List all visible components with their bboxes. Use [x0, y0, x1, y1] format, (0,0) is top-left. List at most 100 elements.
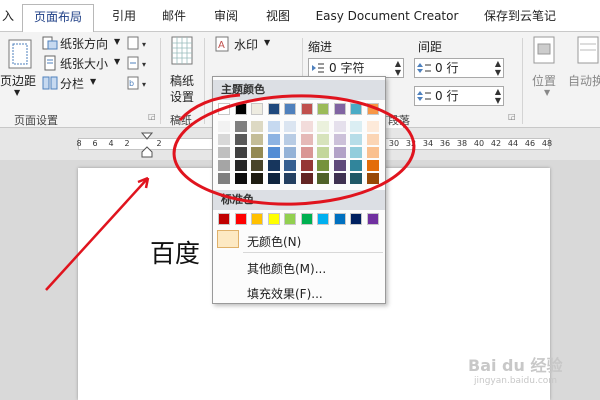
theme-color-swatch[interactable] — [284, 103, 296, 115]
columns-dropdown-arrow[interactable]: ▼ — [90, 77, 96, 86]
position-dropdown-arrow[interactable]: ▼ — [544, 88, 550, 97]
theme-color-swatch[interactable] — [300, 103, 313, 115]
theme-shade-swatch[interactable] — [317, 134, 329, 145]
theme-shade-swatch[interactable] — [350, 147, 362, 158]
theme-shade-swatch[interactable] — [251, 147, 263, 158]
theme-shade-swatch[interactable] — [234, 121, 247, 132]
no-color-swatch[interactable] — [217, 230, 239, 248]
theme-shade-swatch[interactable] — [317, 121, 329, 132]
theme-shade-swatch[interactable] — [218, 160, 230, 171]
page-margins-button[interactable]: 页边距 — [0, 72, 36, 89]
theme-shade-swatch[interactable] — [366, 121, 379, 132]
tab-4[interactable]: 审阅 — [206, 4, 246, 31]
theme-shade-swatch[interactable] — [333, 160, 346, 171]
standard-color-swatch[interactable] — [234, 213, 247, 225]
theme-shade-swatch[interactable] — [251, 160, 263, 171]
theme-shade-swatch[interactable] — [300, 160, 313, 171]
theme-shade-swatch[interactable] — [300, 147, 313, 158]
manuscript-button-line2[interactable]: 设置 — [170, 88, 194, 105]
standard-color-swatch[interactable] — [350, 213, 362, 225]
theme-color-swatch[interactable] — [317, 103, 329, 115]
theme-shade-swatch[interactable] — [234, 134, 247, 145]
position-button[interactable]: 位置 — [532, 72, 556, 89]
theme-shade-swatch[interactable] — [267, 160, 280, 171]
theme-shade-swatch[interactable] — [366, 160, 379, 171]
theme-shade-swatch[interactable] — [251, 134, 263, 145]
orientation-dropdown-arrow[interactable]: ▼ — [114, 37, 120, 46]
wrap-text-button[interactable]: 自动换 — [568, 72, 600, 89]
theme-shade-swatch[interactable] — [350, 160, 362, 171]
theme-color-swatch[interactable] — [234, 103, 247, 115]
theme-shade-swatch[interactable] — [300, 173, 313, 184]
standard-color-swatch[interactable] — [300, 213, 313, 225]
tab-2[interactable]: 引用 — [104, 4, 144, 31]
theme-shade-swatch[interactable] — [350, 121, 362, 132]
page-setup-launcher-icon[interactable]: ◲ — [148, 112, 156, 121]
theme-shade-swatch[interactable] — [251, 173, 263, 184]
margins-dropdown-arrow[interactable]: ▼ — [14, 88, 20, 97]
theme-shade-swatch[interactable] — [234, 173, 247, 184]
tab-0[interactable]: 入 — [0, 4, 16, 31]
theme-shade-swatch[interactable] — [366, 134, 379, 145]
watermark-dropdown-arrow[interactable]: ▼ — [264, 38, 270, 47]
theme-shade-swatch[interactable] — [267, 134, 280, 145]
tab-5[interactable]: 视图 — [258, 4, 298, 31]
standard-color-swatch[interactable] — [333, 213, 346, 225]
theme-shade-swatch[interactable] — [267, 121, 280, 132]
theme-shade-swatch[interactable] — [366, 147, 379, 158]
theme-shade-swatch[interactable] — [350, 173, 362, 184]
page-setup-small-icons[interactable]: ▾ ▾ b ▾ — [126, 35, 150, 91]
theme-color-swatch[interactable] — [267, 103, 280, 115]
theme-shade-swatch[interactable] — [267, 147, 280, 158]
theme-shade-swatch[interactable] — [267, 173, 280, 184]
theme-shade-swatch[interactable] — [333, 121, 346, 132]
standard-color-swatch[interactable] — [317, 213, 329, 225]
standard-color-swatch[interactable] — [284, 213, 296, 225]
theme-shade-swatch[interactable] — [284, 173, 296, 184]
fill-effects-item[interactable]: 填充效果(F)... — [247, 285, 323, 302]
indent-marker-icon[interactable] — [141, 132, 153, 158]
theme-shade-swatch[interactable] — [218, 121, 230, 132]
theme-shade-swatch[interactable] — [284, 147, 296, 158]
paragraph-launcher-icon[interactable]: ◲ — [508, 112, 516, 121]
orientation-button[interactable]: 纸张方向 — [60, 35, 108, 52]
tab-1[interactable]: 页面布局 — [22, 4, 94, 33]
theme-shade-swatch[interactable] — [366, 173, 379, 184]
theme-shade-swatch[interactable] — [333, 134, 346, 145]
theme-shade-swatch[interactable] — [333, 173, 346, 184]
theme-shade-swatch[interactable] — [300, 121, 313, 132]
theme-color-swatch[interactable] — [218, 103, 230, 115]
theme-shade-swatch[interactable] — [350, 134, 362, 145]
theme-color-swatch[interactable] — [251, 103, 263, 115]
theme-shade-swatch[interactable] — [218, 134, 230, 145]
spinner-arrows-icon[interactable]: ▲ ▼ — [395, 59, 401, 77]
standard-color-swatch[interactable] — [267, 213, 280, 225]
spinner-arrows-icon[interactable]: ▲ ▼ — [495, 87, 501, 105]
theme-shade-swatch[interactable] — [317, 147, 329, 158]
theme-shade-swatch[interactable] — [234, 160, 247, 171]
tab-7[interactable]: 保存到云笔记 — [474, 4, 566, 31]
paper-size-button[interactable]: 纸张大小 — [60, 55, 108, 72]
size-dropdown-arrow[interactable]: ▼ — [114, 57, 120, 66]
watermark-button[interactable]: 水印 — [234, 36, 258, 53]
theme-shade-swatch[interactable] — [284, 134, 296, 145]
theme-color-swatch[interactable] — [333, 103, 346, 115]
standard-color-swatch[interactable] — [251, 213, 263, 225]
theme-shade-swatch[interactable] — [317, 160, 329, 171]
manuscript-button-line1[interactable]: 稿纸 — [170, 72, 194, 89]
theme-color-swatch[interactable] — [350, 103, 362, 115]
spinner-arrows-icon[interactable]: ▲ ▼ — [495, 59, 501, 77]
theme-shade-swatch[interactable] — [251, 121, 263, 132]
theme-shade-swatch[interactable] — [234, 147, 247, 158]
standard-color-swatch[interactable] — [218, 213, 230, 225]
theme-shade-swatch[interactable] — [284, 121, 296, 132]
standard-color-swatch[interactable] — [366, 213, 379, 225]
theme-shade-swatch[interactable] — [333, 147, 346, 158]
columns-button[interactable]: 分栏 — [60, 75, 84, 92]
theme-shade-swatch[interactable] — [317, 173, 329, 184]
theme-shade-swatch[interactable] — [284, 160, 296, 171]
more-colors-item[interactable]: 其他颜色(M)... — [247, 260, 326, 277]
tab-6[interactable]: Easy Document Creator — [312, 4, 462, 31]
theme-shade-swatch[interactable] — [218, 173, 230, 184]
no-color-item[interactable]: 无颜色(N) — [247, 233, 301, 250]
